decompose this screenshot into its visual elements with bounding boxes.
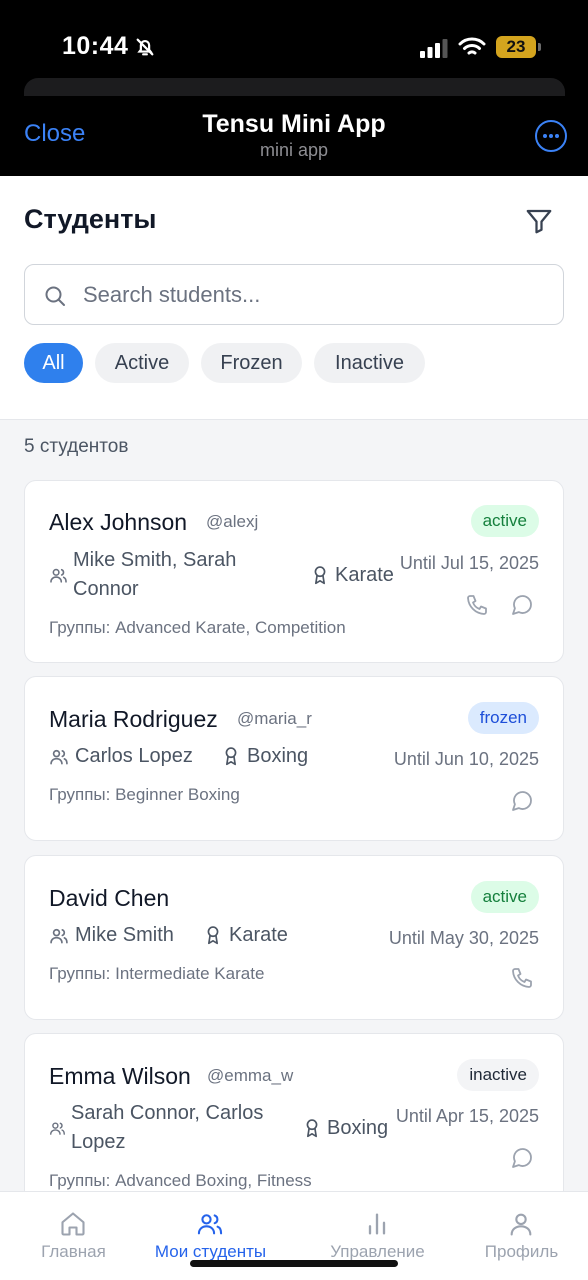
student-card[interactable]: Maria Rodriguez @maria_r frozen Carlos L… (24, 676, 564, 841)
bell-muted-icon (136, 38, 154, 56)
award-icon (225, 747, 237, 766)
students-icon (197, 1214, 223, 1235)
student-handle: @alexj (206, 512, 259, 531)
coaches-line: Mike Smith, Sarah (73, 549, 237, 571)
students-count: 5 студентов (24, 436, 129, 457)
student-card[interactable]: Emma Wilson @emma_w inactive Sarah Conno… (24, 1033, 564, 1213)
phone-icon[interactable] (465, 593, 489, 617)
sport-text: Karate (229, 924, 288, 946)
student-name: Emma Wilson (49, 1063, 191, 1089)
wifi-icon (458, 37, 486, 55)
search-input[interactable] (83, 275, 543, 315)
status-badge: inactive (457, 1059, 539, 1091)
filter-chip-frozen[interactable]: Frozen (201, 343, 302, 383)
membership-until: Until Apr 15, 2025 (395, 1106, 539, 1126)
filter-icon[interactable] (524, 206, 554, 236)
phone-icon[interactable] (510, 966, 534, 990)
student-handle: @maria_r (237, 709, 312, 728)
status-bar: 10:44 23 (0, 0, 588, 102)
profile-icon (510, 1213, 532, 1236)
tab-label: Управление (330, 1242, 425, 1261)
search-field[interactable] (24, 264, 564, 325)
status-badge: frozen (467, 702, 539, 734)
coaches-icon (50, 749, 68, 765)
app-title: Tensu Mini App (202, 110, 386, 138)
chat-icon[interactable] (510, 593, 534, 617)
award-icon (306, 1119, 318, 1138)
coaches-icon (50, 928, 68, 944)
coaches-text: Mike Smith, Sarah Connor (73, 546, 236, 604)
membership-until: Until May 30, 2025 (388, 928, 539, 948)
filter-chip-all[interactable]: All (24, 343, 83, 383)
chart-icon (368, 1213, 386, 1235)
coaches-text: Sarah Connor, Carlos Lopez (71, 1099, 263, 1157)
status-badge: active (470, 505, 539, 537)
award-icon (314, 566, 326, 585)
status-time: 10:44 (62, 32, 129, 60)
groups-text: Группы: Intermediate Karate (49, 964, 265, 983)
coaches-line: Connor (73, 578, 139, 600)
filter-chip-inactive[interactable]: Inactive (314, 343, 425, 383)
home-icon (61, 1212, 85, 1236)
coaches-icon (50, 1122, 65, 1135)
battery-tip (538, 43, 541, 51)
battery-indicator: 23 (496, 36, 536, 58)
signal-icon (420, 39, 448, 58)
chat-icon[interactable] (510, 1146, 534, 1170)
app-bar: Close Tensu Mini App mini app (0, 96, 588, 176)
sport-text: Boxing (327, 1117, 389, 1139)
student-name: David Chen (49, 885, 170, 911)
groups-text: Группы: Beginner Boxing (49, 785, 240, 804)
coaches-line: Lopez (71, 1131, 126, 1153)
student-card[interactable]: Alex Johnson @alexj active Mike Smith, S… (24, 480, 564, 663)
more-options-button[interactable] (535, 120, 567, 152)
more-dot (555, 134, 559, 138)
chat-icon[interactable] (510, 789, 534, 813)
student-handle: @emma_w (207, 1066, 294, 1085)
app-subtitle: mini app (259, 140, 329, 160)
coaches-text: Mike Smith (75, 924, 174, 946)
more-dot (543, 134, 547, 138)
sport-text: Karate (335, 564, 394, 586)
sport-text: Boxing (247, 745, 309, 767)
membership-until: Until Jul 15, 2025 (399, 553, 539, 573)
groups-text: Группы: Advanced Karate, Competition (49, 618, 346, 637)
students-header: Студенты All Active Frozen Inactive (0, 176, 588, 420)
tab-home[interactable]: Главная (0, 1192, 147, 1280)
tab-label: Главная (41, 1242, 106, 1261)
student-name: Alex Johnson (49, 509, 188, 535)
award-icon (207, 926, 219, 945)
filter-chip-active[interactable]: Active (95, 343, 189, 383)
tab-label: Мои студенты (154, 1242, 267, 1261)
coaches-icon (50, 568, 67, 583)
tab-profile[interactable]: Профиль (448, 1192, 588, 1280)
student-name: Maria Rodriguez (49, 706, 218, 732)
battery-level: 23 (506, 37, 526, 56)
coaches-text: Carlos Lopez (75, 745, 193, 767)
tab-label: Профиль (484, 1242, 559, 1261)
page-title: Студенты (24, 204, 157, 234)
more-dot (549, 134, 553, 138)
home-indicator (190, 1260, 398, 1267)
student-card[interactable]: David Chen active Mike Smith Karate Unti… (24, 855, 564, 1020)
groups-text: Группы: Advanced Boxing, Fitness (49, 1171, 312, 1190)
membership-until: Until Jun 10, 2025 (393, 749, 539, 769)
status-badge: active (470, 881, 539, 913)
search-icon (45, 286, 65, 306)
coaches-line: Sarah Connor, Carlos (71, 1102, 264, 1124)
